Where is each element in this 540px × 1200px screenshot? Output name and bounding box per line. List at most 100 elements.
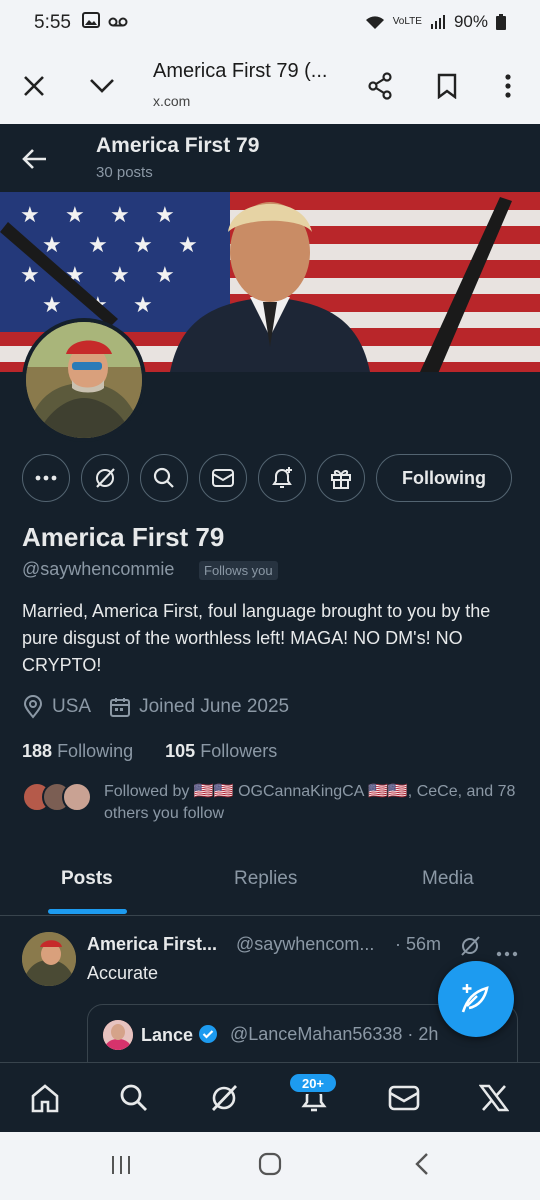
signal-icon [430, 15, 445, 29]
following-button[interactable]: Following [376, 454, 512, 502]
browser-toolbar: America First 79 (... x.com [0, 46, 540, 124]
svg-text:★: ★ [42, 233, 62, 258]
follow-counts: 188 Following 105 Followers [22, 741, 277, 762]
tab-posts[interactable]: Posts [61, 868, 113, 890]
following-count: 188 [22, 741, 53, 761]
status-time: 5:55 [34, 12, 71, 33]
post-text: Accurate [87, 963, 159, 983]
more-vertical-icon[interactable] [488, 66, 528, 106]
network-label: VoLTE [392, 16, 422, 27]
svg-text:★: ★ [110, 203, 130, 228]
home-icon[interactable] [28, 1081, 62, 1115]
bell-plus-icon [272, 467, 292, 488]
followers-label: Followers [200, 741, 278, 761]
svg-text:★: ★ [20, 203, 40, 228]
bottom-navigation [0, 1062, 540, 1132]
home-button-icon[interactable] [258, 1152, 282, 1181]
svg-text:★: ★ [133, 293, 153, 318]
verified-badge-icon [199, 1025, 218, 1043]
quoted-post-handle: @LanceMahan56338 · 2h [230, 1024, 438, 1045]
quoted-post-time: · 2h [407, 1024, 439, 1044]
browser-page-title[interactable]: America First 79 (... [153, 60, 327, 83]
status-right: VoLTE 90% [365, 12, 506, 32]
more-horizontal-icon [35, 475, 57, 481]
voicemail-icon [108, 17, 128, 27]
wifi-icon [365, 16, 384, 29]
x-logo-icon[interactable] [477, 1081, 511, 1115]
search-icon [153, 467, 174, 488]
gallery-icon [82, 12, 100, 28]
profile-handle: @saywhencommie [22, 559, 175, 579]
svg-text:★: ★ [133, 233, 153, 258]
avatar [62, 782, 92, 812]
notifications-subscribe-button[interactable] [258, 454, 306, 502]
grok-icon[interactable] [207, 1081, 241, 1115]
grok-icon[interactable] [458, 934, 482, 963]
search-profile-button[interactable] [140, 454, 188, 502]
grok-icon [96, 468, 115, 488]
post-avatar[interactable] [22, 932, 76, 986]
profile-bio: Married, America First, foul language br… [22, 601, 491, 675]
profile-avatar[interactable] [22, 318, 146, 442]
back-button-icon[interactable] [414, 1152, 430, 1181]
followed-by-text[interactable]: Followed by 🇺🇸🇺🇸 OGCannaKingCA 🇺🇸🇺🇸, CeC… [104, 781, 524, 825]
header-post-count: 30 posts [96, 164, 153, 181]
post-author-handle: @saywhencom... [236, 934, 375, 954]
svg-text:★: ★ [110, 263, 130, 288]
recent-apps-icon[interactable] [110, 1154, 132, 1181]
status-notification-icons [82, 12, 128, 33]
battery-icon [496, 14, 506, 30]
profile-joined-date: Joined June 2025 [139, 696, 290, 717]
profile-header: America First 79 30 posts [0, 124, 540, 192]
compose-post-button[interactable] [438, 961, 514, 1037]
gift-button[interactable] [317, 454, 365, 502]
calendar-icon [110, 698, 131, 717]
svg-text:★: ★ [178, 233, 198, 258]
profile-tabs: Posts Replies Media [0, 850, 540, 916]
tab-media[interactable]: Media [422, 868, 474, 890]
notification-count-badge: 20+ [288, 1072, 338, 1094]
android-navigation-bar [0, 1132, 540, 1200]
quoted-post-avatar [103, 1020, 133, 1050]
follows-you-badge: Follows you [199, 561, 278, 580]
following-count-link[interactable]: 188 Following [22, 741, 133, 761]
followers-count: 105 [165, 741, 196, 761]
header-profile-name: America First 79 [96, 134, 260, 157]
message-button[interactable] [199, 454, 247, 502]
tab-replies[interactable]: Replies [234, 868, 297, 890]
battery-level: 90% [453, 12, 488, 31]
location-pin-icon [23, 695, 43, 719]
profile-display-name: America First 79 [22, 522, 225, 552]
messages-mail-icon[interactable] [387, 1081, 421, 1115]
post-more-icon[interactable] [496, 944, 518, 962]
close-icon[interactable] [14, 66, 54, 106]
quoted-post-author-label: Lance [141, 1025, 194, 1045]
svg-text:★: ★ [42, 293, 62, 318]
search-icon[interactable] [117, 1081, 151, 1115]
svg-text:★: ★ [88, 233, 108, 258]
gift-icon [331, 469, 351, 489]
compose-feather-icon [461, 984, 489, 1013]
profile-location: USA [52, 696, 92, 717]
mail-icon [212, 469, 234, 487]
grok-button[interactable] [81, 454, 129, 502]
quoted-post-author-name: Lance [141, 1024, 218, 1046]
quoted-post-handle-label: @LanceMahan56338 [230, 1024, 403, 1044]
following-label: Following [57, 741, 134, 761]
followers-count-link[interactable]: 105 Followers [165, 741, 277, 761]
svg-text:★: ★ [65, 203, 85, 228]
followed-by-avatars[interactable] [22, 782, 92, 812]
more-options-button[interactable] [22, 454, 70, 502]
back-arrow-icon[interactable] [18, 142, 52, 176]
browser-url[interactable]: x.com [153, 93, 190, 109]
post-timestamp: · 56m [395, 934, 442, 954]
svg-text:★: ★ [20, 263, 40, 288]
share-icon[interactable] [360, 66, 400, 106]
status-bar: 5:55 VoLTE 90% [0, 0, 540, 46]
post-author-name[interactable]: America First... [87, 934, 217, 955]
svg-text:★: ★ [155, 203, 175, 228]
chevron-down-icon[interactable] [82, 66, 122, 106]
profile-meta: USA Joined June 2025 [22, 695, 289, 719]
bookmark-icon[interactable] [427, 66, 467, 106]
active-tab-indicator [48, 909, 127, 914]
